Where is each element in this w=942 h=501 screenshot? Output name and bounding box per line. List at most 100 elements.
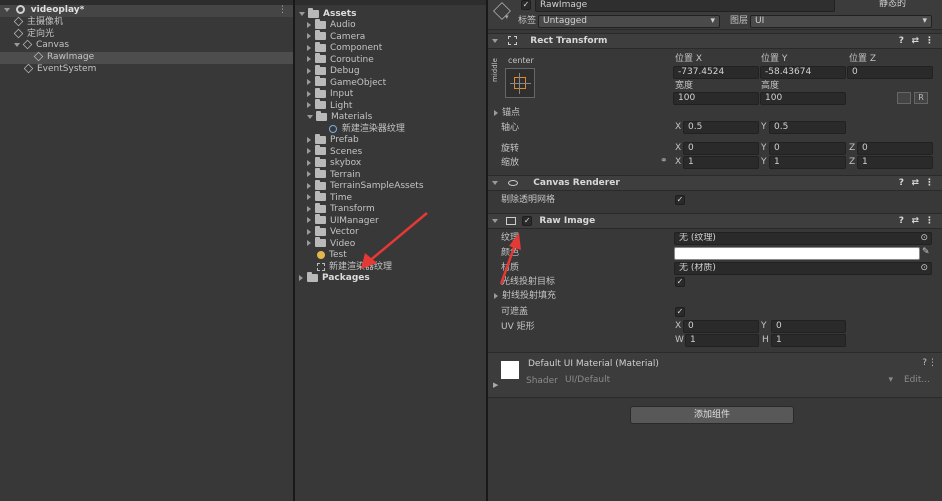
- collapse-icon[interactable]: [307, 102, 311, 108]
- link-icon[interactable]: ⚭: [660, 156, 668, 166]
- header-expand-icon[interactable]: ▾: [505, 13, 509, 21]
- material-child-item[interactable]: 新建渲染器纹理: [329, 124, 405, 135]
- object-picker-icon[interactable]: ⊙: [920, 233, 928, 244]
- add-component-button[interactable]: 添加组件: [630, 406, 794, 424]
- raw-image-header[interactable]: ✓ Raw Image ? ⇄ ⋮: [488, 213, 942, 229]
- collapse-icon[interactable]: [307, 33, 311, 39]
- rot-y-field[interactable]: 0: [769, 142, 846, 155]
- raycast-padding-row[interactable]: 射线投射填充: [494, 291, 556, 302]
- texture-field[interactable]: 无 (纹理) ⊙: [674, 232, 932, 245]
- collapse-icon[interactable]: [307, 44, 311, 51]
- raw-edit-button[interactable]: R: [914, 92, 928, 104]
- expand-icon[interactable]: [299, 11, 305, 16]
- pos-x-field[interactable]: -737.4524: [673, 66, 759, 79]
- pivot-y-field[interactable]: 0.5: [769, 121, 846, 134]
- material-field[interactable]: 无 (材质) ⊙: [674, 262, 932, 275]
- collapse-icon[interactable]: [307, 136, 311, 143]
- collapse-icon[interactable]: [307, 205, 311, 212]
- scale-z-field[interactable]: 1: [857, 156, 933, 169]
- collapse-icon[interactable]: [307, 56, 311, 62]
- collapse-icon[interactable]: [307, 79, 311, 85]
- help-icon[interactable]: ?: [899, 214, 904, 228]
- folder-item[interactable]: Video: [307, 237, 355, 250]
- collapse-icon[interactable]: [307, 90, 311, 97]
- test-script-item[interactable]: Test: [317, 250, 347, 261]
- collapse-icon[interactable]: [307, 182, 311, 189]
- expand-icon[interactable]: [492, 180, 498, 185]
- folder-item[interactable]: Scenes: [307, 145, 362, 158]
- preset-icon[interactable]: ⇄: [911, 214, 919, 228]
- collapse-icon[interactable]: [307, 67, 311, 74]
- help-icon[interactable]: ?: [922, 358, 927, 368]
- preset-icon[interactable]: ⇄: [911, 34, 919, 48]
- hierarchy-item-selected[interactable]: RawImage: [0, 51, 293, 64]
- collapse-icon[interactable]: [494, 109, 498, 116]
- static-dropdown[interactable]: 静态的: [875, 0, 930, 12]
- layer-dropdown[interactable]: UI ▾: [750, 15, 932, 28]
- folder-item[interactable]: TerrainSampleAssets: [307, 179, 424, 192]
- pos-y-field[interactable]: -58.43674: [760, 66, 846, 79]
- maskable-checkbox[interactable]: ✓: [675, 307, 685, 317]
- raw-image-enabled-checkbox[interactable]: ✓: [522, 215, 533, 226]
- pivot-x-field[interactable]: 0.5: [683, 121, 759, 134]
- raycast-target-checkbox[interactable]: ✓: [675, 277, 685, 287]
- collapse-icon[interactable]: [307, 228, 311, 235]
- collapse-icon[interactable]: [307, 159, 311, 166]
- collapse-icon[interactable]: [494, 292, 498, 299]
- blueprint-mode-button[interactable]: [897, 92, 911, 104]
- collapse-icon[interactable]: [307, 240, 311, 246]
- expand-icon[interactable]: [492, 218, 498, 223]
- hierarchy-item[interactable]: 主摄像机: [13, 16, 63, 28]
- active-checkbox[interactable]: ✓: [521, 0, 531, 10]
- folder-item[interactable]: Light: [307, 99, 352, 112]
- scene-menu-icon[interactable]: ⋮: [278, 5, 287, 15]
- height-field[interactable]: 100: [760, 92, 846, 105]
- folder-item[interactable]: Time: [307, 191, 352, 204]
- expand-icon[interactable]: [492, 38, 498, 43]
- folder-item[interactable]: Materials: [307, 110, 372, 123]
- collapse-icon[interactable]: [307, 194, 311, 200]
- edit-shader-button[interactable]: Edit...: [900, 375, 940, 388]
- project-root-folder[interactable]: Assets: [299, 7, 356, 20]
- collapse-icon[interactable]: [307, 171, 311, 177]
- shader-dropdown[interactable]: UI/Default ▾: [561, 375, 897, 388]
- menu-icon[interactable]: ⋮: [925, 214, 934, 228]
- canvas-renderer-header[interactable]: Canvas Renderer ? ⇄ ⋮: [488, 175, 942, 191]
- menu-icon[interactable]: ⋮: [925, 34, 934, 48]
- collapse-icon[interactable]: [307, 148, 311, 154]
- width-field[interactable]: 100: [673, 92, 759, 105]
- expand-icon[interactable]: [14, 42, 20, 47]
- scale-x-field[interactable]: 1: [683, 156, 759, 169]
- expand-icon[interactable]: [307, 114, 313, 119]
- folder-item[interactable]: Coroutine: [307, 53, 374, 66]
- uv-w-field[interactable]: 1: [685, 334, 759, 347]
- menu-icon[interactable]: ⋮: [925, 176, 934, 190]
- color-field[interactable]: [674, 247, 920, 260]
- uv-h-field[interactable]: 1: [771, 334, 846, 347]
- folder-item[interactable]: Camera: [307, 30, 365, 43]
- folder-item[interactable]: Input: [307, 87, 353, 100]
- hierarchy-item[interactable]: Canvas: [14, 39, 69, 51]
- hierarchy-item[interactable]: 定向光: [13, 28, 54, 40]
- anchors-row[interactable]: 锚点: [494, 108, 520, 119]
- rot-z-field[interactable]: 0: [857, 142, 933, 155]
- uv-y-field[interactable]: 0: [771, 320, 846, 333]
- hierarchy-scene-row[interactable]: videoplay* ⋮: [0, 5, 293, 17]
- rot-x-field[interactable]: 0: [683, 142, 759, 155]
- folder-item[interactable]: Terrain: [307, 168, 360, 181]
- anchor-preset-button[interactable]: [505, 68, 535, 98]
- menu-icon[interactable]: ⋮: [928, 358, 937, 368]
- collapse-icon[interactable]: [307, 21, 311, 28]
- help-icon[interactable]: ?: [899, 34, 904, 48]
- uv-x-field[interactable]: 0: [683, 320, 759, 333]
- folder-item[interactable]: GameObject: [307, 76, 386, 89]
- hierarchy-item[interactable]: EventSystem: [23, 63, 96, 75]
- rect-transform-header[interactable]: Rect Transform ? ⇄ ⋮: [488, 33, 942, 49]
- eyedropper-icon[interactable]: ✎: [922, 247, 930, 257]
- tag-dropdown[interactable]: Untagged ▾: [538, 15, 720, 28]
- object-picker-icon[interactable]: ⊙: [920, 263, 928, 274]
- preset-icon[interactable]: ⇄: [911, 176, 919, 190]
- pos-z-field[interactable]: 0: [847, 66, 933, 79]
- foldout-icon[interactable]: ▶: [493, 381, 498, 389]
- scale-y-field[interactable]: 1: [769, 156, 846, 169]
